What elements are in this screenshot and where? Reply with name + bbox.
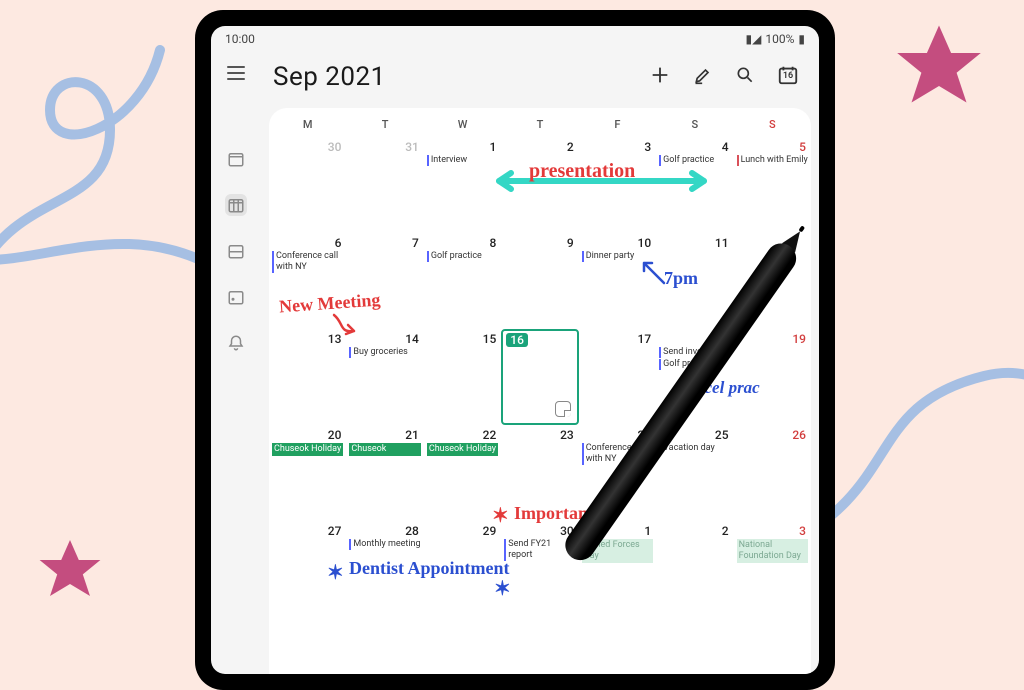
day-cell[interactable]: 24Conference call with NY: [579, 425, 656, 521]
event-chip[interactable]: Chuseok Holiday: [272, 443, 343, 456]
day-cell[interactable]: 6Conference call with NY: [269, 233, 346, 329]
day-cell[interactable]: 17: [579, 329, 656, 425]
day-cell[interactable]: 19: [734, 329, 811, 425]
event-chip[interactable]: Conference call with NY: [582, 443, 653, 465]
day-cell[interactable]: 15: [424, 329, 501, 425]
day-cell[interactable]: 26: [734, 425, 811, 521]
day-cell[interactable]: 2: [656, 521, 733, 617]
day-cell[interactable]: 9: [501, 233, 578, 329]
screen: 10:00 ▮◢ 100% ▮: [211, 26, 819, 674]
view-month-icon[interactable]: [225, 194, 247, 216]
day-cell[interactable]: [734, 233, 811, 329]
dow-row: MTWTFSS: [269, 108, 811, 137]
event-chip[interactable]: Chuseok: [349, 443, 420, 456]
device-frame: 10:00 ▮◢ 100% ▮: [195, 10, 835, 690]
status-bar: 10:00 ▮◢ 100% ▮: [211, 26, 819, 52]
signal-icon: ▮◢: [746, 32, 762, 46]
dow-label: T: [501, 108, 578, 137]
event-chip[interactable]: Vacation day: [659, 443, 730, 454]
day-cell[interactable]: 4Golf practice: [656, 137, 733, 233]
menu-button[interactable]: [227, 66, 245, 80]
event-chip[interactable]: Buy groceries: [349, 347, 420, 358]
event-chip[interactable]: Interview: [427, 155, 498, 166]
calendar-grid: 30311Interview234Golf practice5Lunch wit…: [269, 137, 811, 617]
event-chip[interactable]: National Foundation Day: [737, 539, 808, 563]
event-chip[interactable]: Chuseok Holiday: [427, 443, 498, 456]
day-cell[interactable]: 16: [501, 329, 578, 425]
day-cell[interactable]: 2: [501, 137, 578, 233]
day-cell[interactable]: 29: [424, 521, 501, 617]
day-cell[interactable]: 27: [269, 521, 346, 617]
day-cell[interactable]: 30: [269, 137, 346, 233]
view-day-icon[interactable]: [225, 148, 247, 170]
today-button[interactable]: 16: [777, 64, 799, 90]
view-week-icon[interactable]: [225, 240, 247, 262]
day-cell[interactable]: 28Monthly meeting: [346, 521, 423, 617]
battery-text: 100%: [765, 32, 794, 46]
day-cell[interactable]: 13: [269, 329, 346, 425]
calendar-card: MTWTFSS 30311Interview234Golf practice5L…: [269, 108, 811, 674]
view-list-icon[interactable]: [225, 286, 247, 308]
day-cell[interactable]: 10Dinner party: [579, 233, 656, 329]
reminders-icon[interactable]: [225, 332, 247, 354]
today-badge: 16: [777, 71, 799, 81]
day-cell[interactable]: 25Vacation day: [656, 425, 733, 521]
day-cell[interactable]: 23: [501, 425, 578, 521]
day-cell[interactable]: 5Lunch with Emily: [734, 137, 811, 233]
add-button[interactable]: [649, 64, 671, 90]
dow-label: S: [734, 108, 811, 137]
day-cell[interactable]: 22Chuseok Holiday: [424, 425, 501, 521]
event-chip[interactable]: Golf practice: [427, 251, 498, 262]
dow-label: S: [656, 108, 733, 137]
event-chip[interactable]: Armed Forces Day: [582, 539, 653, 563]
toolbar: 16: [649, 64, 799, 90]
dow-label: T: [346, 108, 423, 137]
camera-notch: [506, 10, 524, 20]
event-chip[interactable]: Conference call with NY: [272, 251, 343, 273]
search-button[interactable]: [735, 65, 755, 89]
side-rail: [211, 52, 261, 354]
day-cell[interactable]: 18Send invoiceGolf practice: [656, 329, 733, 425]
dow-label: F: [579, 108, 656, 137]
month-title[interactable]: Sep 2021: [273, 62, 386, 92]
day-cell[interactable]: 1Interview: [424, 137, 501, 233]
day-cell[interactable]: 30Send FY21 report: [501, 521, 578, 617]
day-cell[interactable]: 21Chuseok: [346, 425, 423, 521]
event-chip[interactable]: Monthly meeting: [349, 539, 420, 550]
day-cell[interactable]: 8Golf practice: [424, 233, 501, 329]
sticker-icon[interactable]: [555, 401, 571, 417]
day-cell[interactable]: 7: [346, 233, 423, 329]
dow-label: M: [269, 108, 346, 137]
event-chip[interactable]: Send invoice: [659, 347, 730, 358]
event-chip[interactable]: Lunch with Emily: [737, 155, 808, 166]
clock: 10:00: [225, 32, 255, 46]
day-cell[interactable]: 3National Foundation Day: [734, 521, 811, 617]
day-cell[interactable]: 1Armed Forces Day: [579, 521, 656, 617]
day-cell[interactable]: 3: [579, 137, 656, 233]
dow-label: W: [424, 108, 501, 137]
event-chip[interactable]: Dinner party: [582, 251, 653, 262]
day-cell[interactable]: 31: [346, 137, 423, 233]
event-chip[interactable]: Golf practice: [659, 359, 730, 370]
battery-icon: ▮: [798, 32, 805, 46]
day-cell[interactable]: 14Buy groceries: [346, 329, 423, 425]
day-cell[interactable]: 20Chuseok Holiday: [269, 425, 346, 521]
draw-button[interactable]: [693, 65, 713, 89]
event-chip[interactable]: Send FY21 report: [504, 539, 575, 561]
event-chip[interactable]: Golf practice: [659, 155, 730, 166]
day-cell[interactable]: 11: [656, 233, 733, 329]
